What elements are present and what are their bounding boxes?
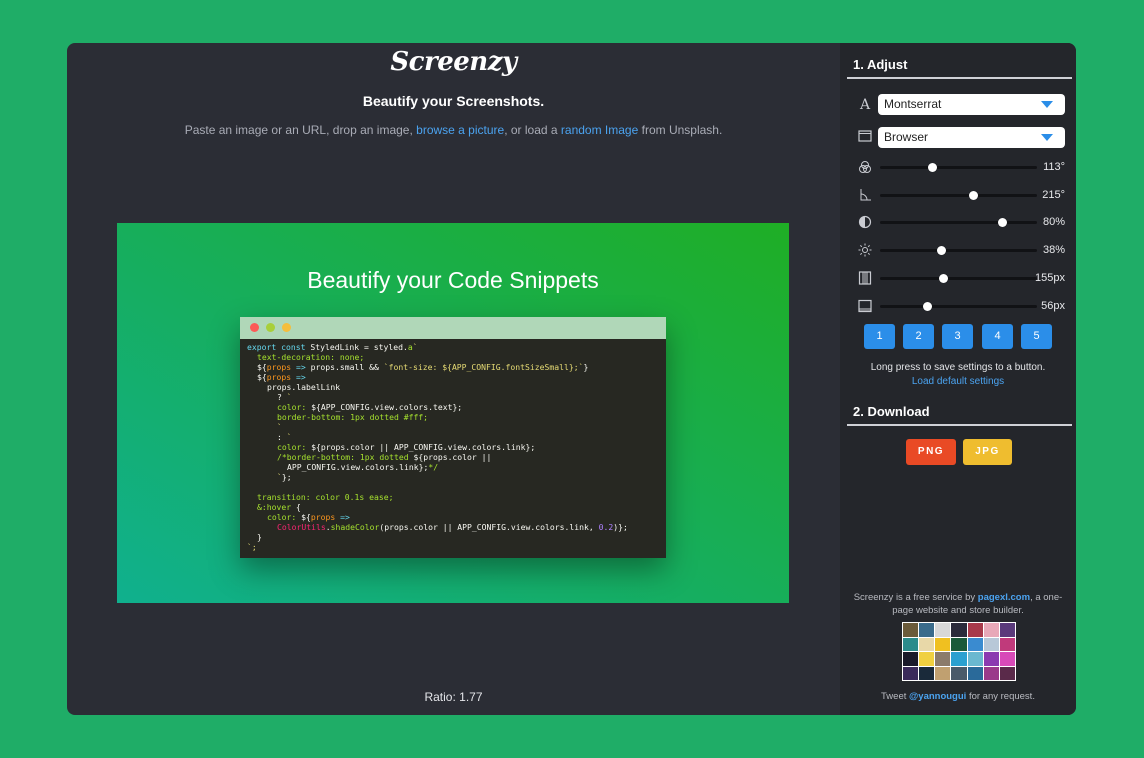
intro-text-part: from Unsplash. — [638, 123, 723, 137]
margin-value: 56px — [1041, 300, 1065, 312]
svg-text:`: ` — [277, 422, 282, 432]
intro-text: Paste an image or an URL, drop an image,… — [67, 123, 840, 137]
code-snippet-image: export const StyledLink = styled.a` text… — [247, 342, 628, 552]
font-icon: A — [859, 97, 871, 113]
tweet-text: for any request. — [966, 691, 1035, 702]
rotation-value: 215° — [1042, 189, 1065, 201]
gradient-angle-value: 113° — [1043, 161, 1065, 173]
presets-note: Long press to save settings to a button. — [870, 362, 1046, 373]
main-panel: Screenzy Beautify your Screenshots. Past… — [67, 43, 840, 715]
download-jpg-button[interactable]: JPG — [963, 439, 1012, 465]
svg-text:ColorUtils.shadeColor(props.co: ColorUtils.shadeColor(props.color || APP… — [277, 522, 628, 532]
app-window: Screenzy Beautify your Screenshots. Past… — [67, 43, 1076, 715]
browser-titlebar — [240, 317, 666, 339]
font-select[interactable]: Montserrat — [878, 94, 1065, 115]
svg-text:text-decoration: none;: text-decoration: none; — [257, 352, 364, 362]
frame-select-value: Browser — [884, 130, 929, 144]
margin-icon — [858, 299, 872, 313]
preset-button-3[interactable]: 3 — [942, 324, 973, 349]
intro-text-part: Paste an image or an URL, drop an image, — [184, 123, 417, 137]
palette-icon — [858, 160, 872, 174]
close-dot-icon — [250, 323, 259, 332]
svg-text:`};: `}; — [277, 472, 292, 482]
screenshot-preview[interactable]: Beautify your Code Snippets export const… — [117, 223, 789, 603]
padding-value: 155px — [1035, 272, 1065, 284]
margin-slider[interactable] — [880, 302, 1037, 311]
random-image-link[interactable]: random Image — [561, 123, 638, 137]
preview-title: Beautify your Code Snippets — [307, 267, 599, 293]
minimize-dot-icon — [266, 323, 275, 332]
brightness-slider[interactable] — [880, 246, 1037, 255]
tweet-note: Tweet @yannougui for any request. — [840, 691, 1076, 702]
intro-text-part: , or load a — [504, 123, 561, 137]
footer-credit: Screenzy is a free service by pagexl.com… — [848, 591, 1068, 617]
contrast-icon — [858, 215, 872, 229]
preset-button-1[interactable]: 1 — [864, 324, 895, 349]
padding-slider[interactable] — [880, 274, 1037, 283]
svg-text:APP_CONFIG.view.colors.link};*: APP_CONFIG.view.colors.link};*/ — [287, 462, 438, 472]
adjust-section-title: 1. Adjust — [853, 57, 908, 72]
contrast-slider[interactable] — [880, 218, 1037, 227]
brightness-value: 38% — [1042, 244, 1065, 256]
slider-knob[interactable] — [998, 218, 1008, 227]
gradient-angle-slider[interactable] — [880, 163, 1037, 172]
svg-text:? `: ? ` — [277, 392, 292, 402]
slider-knob[interactable] — [968, 191, 978, 200]
section-divider — [847, 424, 1072, 426]
app-logo[interactable]: Screenzy — [67, 47, 840, 77]
svg-text:border-bottom: 1px dotted #fff: border-bottom: 1px dotted #fff; — [277, 412, 428, 422]
page-tagline: Beautify your Screenshots. — [362, 93, 545, 109]
slider-knob[interactable] — [927, 163, 937, 172]
svg-text:${props => props.small && `fon: ${props => props.small && `font-size: ${… — [257, 362, 588, 372]
download-section-title: 2. Download — [853, 404, 930, 419]
twitter-handle-link[interactable]: @yannougui — [909, 691, 966, 702]
frame-select[interactable]: Browser — [878, 127, 1065, 148]
settings-sidebar: 1. Adjust A Montserrat Browser 113° 215°… — [840, 43, 1076, 715]
browser-frame: export const StyledLink = styled.a` text… — [240, 317, 666, 558]
font-select-value: Montserrat — [884, 97, 942, 111]
svg-text:`;: `; — [247, 542, 257, 552]
slider-knob[interactable] — [938, 274, 948, 283]
chevron-down-icon — [1041, 134, 1053, 141]
padding-icon — [858, 271, 872, 285]
section-divider — [847, 77, 1072, 79]
slider-knob[interactable] — [937, 246, 947, 255]
frame-icon — [858, 130, 872, 144]
preset-button-2[interactable]: 2 — [903, 324, 934, 349]
svg-text:export const StyledLink = styl: export const StyledLink = styled.a` — [247, 342, 418, 352]
contrast-value: 80% — [1042, 216, 1065, 228]
chevron-down-icon — [1041, 101, 1053, 108]
angle-icon — [858, 188, 872, 202]
svg-text:props.labelLink: props.labelLink — [267, 382, 340, 392]
svg-text:${props =>: ${props => — [257, 372, 306, 382]
tweet-text: Tweet — [881, 691, 910, 702]
svg-text:color: ${props.color || APP_CO: color: ${props.color || APP_CONFIG.view.… — [277, 442, 535, 452]
load-default-settings-link[interactable]: Load default settings — [840, 376, 1076, 387]
svg-text:: `: : ` — [277, 432, 292, 442]
footer-credit-text: Screenzy is a free service by — [853, 592, 978, 603]
brightness-icon — [858, 243, 872, 257]
rotation-slider[interactable] — [880, 191, 1037, 200]
slider-knob[interactable] — [923, 302, 933, 311]
browse-picture-link[interactable]: browse a picture — [416, 123, 504, 137]
svg-text:color: ${APP_CONFIG.view.color: color: ${APP_CONFIG.view.colors.text}; — [277, 402, 462, 412]
preset-button-5[interactable]: 5 — [1021, 324, 1052, 349]
maximize-dot-icon — [282, 323, 291, 332]
download-png-button[interactable]: PNG — [906, 439, 956, 465]
svg-text:/*border-bottom: 1px dotted ${: /*border-bottom: 1px dotted ${props.colo… — [277, 452, 491, 462]
svg-text:transition: color 0.1s ease;: transition: color 0.1s ease; — [257, 492, 393, 502]
preset-button-4[interactable]: 4 — [982, 324, 1013, 349]
svg-text:color: ${props =>: color: ${props => — [267, 512, 350, 522]
ratio-label: Ratio: 1.77 — [424, 690, 483, 704]
pagexl-link[interactable]: pagexl.com — [978, 592, 1030, 603]
pagexl-thumbnails-image[interactable] — [902, 622, 1016, 681]
svg-text:}: } — [257, 532, 262, 542]
svg-text:&:hover {: &:hover { — [257, 502, 301, 512]
